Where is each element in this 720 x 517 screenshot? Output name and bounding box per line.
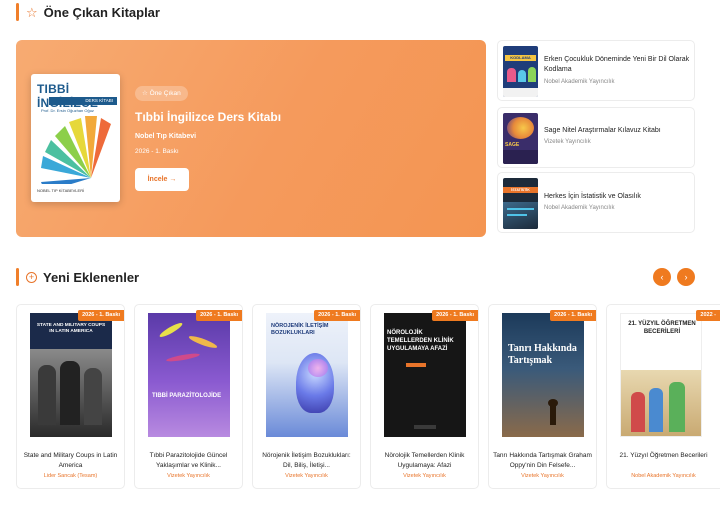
cover-title: KODLAMA bbox=[505, 55, 536, 61]
side-book-cover[interactable]: KODLAMA bbox=[503, 46, 538, 97]
cover-title: İSTATİSTİK bbox=[503, 187, 538, 193]
book-title[interactable]: 21. Yüzyıl Öğretmen Becerileri bbox=[611, 451, 716, 461]
carousel-prev-button[interactable]: ‹ bbox=[653, 268, 671, 286]
book-card[interactable]: NÖROLOJİK TEMELLERDEN KLİNİK UYGULAMAYA … bbox=[370, 304, 479, 489]
cover-title: NÖROJENİK İLETİŞİM BOZUKLUKLARI bbox=[271, 323, 329, 336]
new-section-header: + Yeni Eklenenler bbox=[16, 267, 139, 287]
book-title[interactable]: State and Military Coups in Latin Americ… bbox=[21, 451, 120, 471]
cover-artwork bbox=[41, 116, 111, 184]
book-cover[interactable]: Tanrı Hakkında Tartışmak bbox=[502, 313, 584, 437]
book-publisher: Vizetek Yayıncılık bbox=[167, 473, 210, 479]
featured-book-edition: 2026 - 1. Baskı bbox=[135, 148, 179, 155]
cover-title: NÖROLOJİK TEMELLERDEN KLİNİK UYGULAMAYA … bbox=[387, 330, 454, 352]
cover-title: STATE AND MILITARY COUPS IN LATIN AMERIC… bbox=[36, 323, 106, 334]
book-cover[interactable]: NÖROLOJİK TEMELLERDEN KLİNİK UYGULAMAYA … bbox=[384, 313, 466, 437]
book-publisher: Vizetek Yayıncılık bbox=[403, 473, 446, 479]
side-book-title[interactable]: Sage Nitel Araştırmalar Kılavuz Kitabı bbox=[544, 126, 690, 136]
side-book-title[interactable]: Herkes İçin İstatistik ve Olasılık bbox=[544, 192, 690, 202]
inspect-button-label: İncele bbox=[147, 176, 168, 183]
book-cover[interactable]: NÖROJENİK İLETİŞİM BOZUKLUKLARI bbox=[266, 313, 348, 437]
book-card[interactable]: Tanrı Hakkında Tartışmak 2026 - 1. Baskı… bbox=[488, 304, 597, 489]
featured-book-publisher: Nobel Tıp Kitabevi bbox=[135, 133, 197, 140]
edition-badge: 2026 - 1. Baskı bbox=[196, 310, 242, 321]
book-card[interactable]: 21. YÜZYIL ÖĞRETMEN BECERİLERİ 2022 - 21… bbox=[606, 304, 720, 489]
book-publisher: Vizetek Yayıncılık bbox=[285, 473, 328, 479]
book-card[interactable]: NÖROJENİK İLETİŞİM BOZUKLUKLARI 2026 - 1… bbox=[252, 304, 361, 489]
book-publisher: Nobel Akademik Yayıncılık bbox=[631, 473, 696, 479]
edition-badge: 2022 - bbox=[696, 310, 720, 321]
side-book-cover[interactable]: İSTATİSTİK bbox=[503, 178, 538, 229]
section-accent-bar bbox=[16, 268, 19, 286]
chevron-right-icon: › bbox=[684, 272, 688, 282]
side-book-publisher: Nobel Akademik Yayıncılık bbox=[544, 205, 615, 211]
book-title[interactable]: Tıbbi Parazitolojide Güncel Yaklaşımlar … bbox=[139, 451, 238, 471]
section-title: Yeni Eklenenler bbox=[43, 269, 140, 285]
side-book-publisher: Nobel Akademik Yayıncılık bbox=[544, 79, 615, 85]
side-book-title[interactable]: Erken Çocukluk Döneminde Yeni Bir Dil Ol… bbox=[544, 55, 690, 75]
featured-section-header: ☆ Öne Çıkan Kitaplar bbox=[16, 2, 160, 22]
edition-badge: 2026 - 1. Baskı bbox=[550, 310, 596, 321]
side-book-publisher: Vizetek Yayıncılık bbox=[544, 139, 591, 145]
cover-title: Tanrı Hakkında Tartışmak bbox=[508, 343, 577, 366]
section-title: Öne Çıkan Kitaplar bbox=[43, 4, 160, 20]
book-card[interactable]: STATE AND MILITARY COUPS IN LATIN AMERIC… bbox=[16, 304, 125, 489]
chevron-left-icon: ‹ bbox=[660, 272, 664, 282]
book-cover[interactable]: TIBBİ PARAZİTOLOJİDE bbox=[148, 313, 230, 437]
book-cover[interactable]: STATE AND MILITARY COUPS IN LATIN AMERIC… bbox=[30, 313, 112, 437]
cover-subtitle: DERS KİTABI bbox=[49, 97, 117, 105]
edition-badge: 2026 - 1. Baskı bbox=[314, 310, 360, 321]
cover-title: 21. YÜZYIL ÖĞRETMEN BECERİLERİ bbox=[628, 321, 696, 335]
edition-badge: 2026 - 1. Baskı bbox=[78, 310, 124, 321]
cover-title: TIBBİ İNGİLİZCE bbox=[37, 82, 98, 110]
plus-circle-icon: + bbox=[26, 271, 37, 283]
book-cover[interactable]: 21. YÜZYIL ÖĞRETMEN BECERİLERİ bbox=[620, 313, 702, 437]
book-publisher: Vizetek Yayıncılık bbox=[521, 473, 564, 479]
section-accent-bar bbox=[16, 3, 19, 21]
book-title[interactable]: Tanrı Hakkında Tartışmak Graham Oppy'nin… bbox=[493, 451, 592, 471]
cover-publisher: NOBEL TIP KİTABEVLERİ bbox=[37, 188, 85, 193]
book-title[interactable]: Nörojenik İletişim Bozuklukları: Dil, Bi… bbox=[257, 451, 356, 471]
side-book-card[interactable]: KODLAMA Erken Çocukluk Döneminde Yeni Bi… bbox=[497, 40, 695, 101]
cover-title: TIBBİ PARAZİTOLOJİDE bbox=[152, 393, 222, 399]
cover-title: SAGE bbox=[505, 142, 520, 148]
inspect-button[interactable]: İncele → bbox=[135, 168, 189, 191]
book-publisher: Lider Sancak (Tesam) bbox=[43, 473, 98, 479]
arrow-right-icon: → bbox=[169, 176, 177, 183]
side-book-cover[interactable]: SAGE bbox=[503, 113, 538, 164]
featured-book-title[interactable]: Tıbbi İngilizce Ders Kitabı bbox=[135, 110, 281, 124]
edition-badge: 2026 - 1. Baskı bbox=[432, 310, 478, 321]
book-card[interactable]: TIBBİ PARAZİTOLOJİDE 2026 - 1. Baskı Tıb… bbox=[134, 304, 243, 489]
book-title[interactable]: Nörolojik Temellerden Klinik Uygulamaya:… bbox=[375, 451, 474, 471]
featured-badge: ☆ Öne Çıkan bbox=[135, 86, 188, 101]
side-book-card[interactable]: İSTATİSTİK Herkes İçin İstatistik ve Ola… bbox=[497, 172, 695, 233]
star-outline-icon: ☆ bbox=[26, 4, 38, 20]
side-book-card[interactable]: SAGE Sage Nitel Araştırmalar Kılavuz Kit… bbox=[497, 107, 695, 168]
carousel-next-button[interactable]: › bbox=[677, 268, 695, 286]
featured-book-banner[interactable]: TIBBİ İNGİLİZCE DERS KİTABI Prof. Dr. Er… bbox=[16, 40, 486, 237]
featured-book-cover[interactable]: TIBBİ İNGİLİZCE DERS KİTABI Prof. Dr. Er… bbox=[31, 74, 120, 202]
